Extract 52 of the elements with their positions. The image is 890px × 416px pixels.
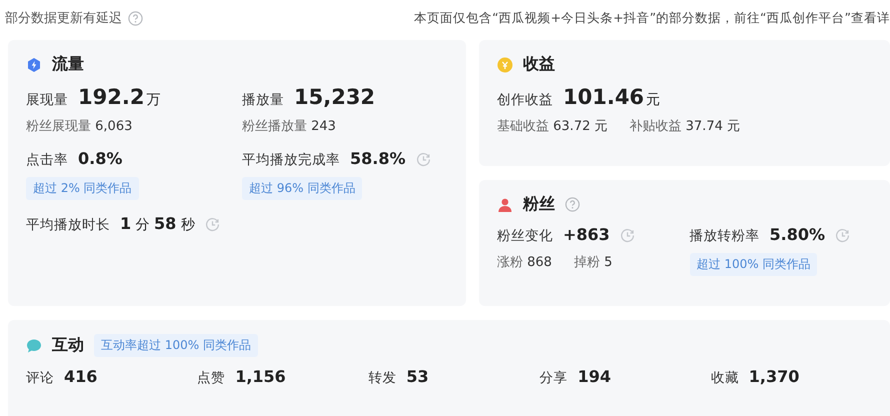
sub-metric: 掉粉 5 bbox=[574, 254, 612, 271]
delay-note: 部分数据更新有延迟 bbox=[5, 10, 122, 27]
sub-metric: 涨粉 868 bbox=[497, 254, 552, 271]
metric-label: 平均播放时长 bbox=[26, 216, 110, 234]
clock-icon[interactable] bbox=[416, 152, 431, 166]
chat-icon bbox=[26, 338, 42, 354]
metric-value: 53 bbox=[406, 367, 429, 386]
section-title: 粉丝 bbox=[523, 194, 555, 215]
metric-label: 点击率 bbox=[26, 151, 68, 169]
metric-label: 创作收益 bbox=[497, 91, 553, 109]
metric-value: 101.46 元 bbox=[563, 85, 660, 109]
metric-label: 转发 bbox=[368, 369, 396, 387]
metric-value: 1 分 58 秒 bbox=[120, 214, 195, 234]
metric-label: 点赞 bbox=[197, 369, 226, 387]
clock-icon[interactable] bbox=[835, 228, 850, 242]
metric-value: 416 bbox=[64, 367, 98, 386]
comparison-badge: 超过 2% 同类作品 bbox=[26, 177, 139, 200]
comparison-badge: 超过 96% 同类作品 bbox=[242, 177, 362, 200]
metric-value: 5.80% bbox=[770, 225, 826, 244]
metric-value: 0.8% bbox=[78, 149, 122, 168]
sub-metric: 粉丝播放量 243 bbox=[242, 118, 336, 135]
scope-notice: 本页面仅包含“西瓜视频+今日头条+抖音”的部分数据，前往“西瓜创作平台”查看详 bbox=[414, 10, 890, 26]
metric-label: 收藏 bbox=[710, 369, 739, 387]
person-icon bbox=[497, 196, 513, 212]
section-title: 互动 bbox=[52, 335, 84, 356]
lightning-icon bbox=[26, 56, 42, 72]
metric-value: 194 bbox=[578, 367, 611, 386]
metric-label: 展现量 bbox=[26, 91, 68, 109]
metric-value: 15,232 bbox=[294, 85, 376, 109]
metric-value: 1,370 bbox=[748, 367, 800, 386]
metric-label: 粉丝变化 bbox=[497, 227, 553, 245]
sub-metric: 粉丝展现量 6,063 bbox=[26, 118, 132, 135]
comparison-badge: 超过 100% 同类作品 bbox=[690, 253, 818, 276]
metric-label: 播放转粉率 bbox=[690, 227, 760, 245]
coin-icon bbox=[497, 56, 513, 72]
metric-label: 分享 bbox=[540, 369, 568, 387]
sub-metric: 补贴收益 37.74 元 bbox=[630, 118, 740, 135]
metric-label: 平均播放完成率 bbox=[242, 151, 340, 169]
help-icon[interactable] bbox=[565, 197, 580, 212]
metric-value: 192.2 万 bbox=[78, 85, 160, 109]
clock-icon[interactable] bbox=[204, 216, 220, 232]
metric-label: 播放量 bbox=[242, 91, 284, 109]
metric-label: 评论 bbox=[26, 369, 54, 387]
metric-value: +863 bbox=[563, 225, 610, 244]
sub-metric: 基础收益 63.72 元 bbox=[497, 118, 608, 135]
comparison-badge: 互动率超过 100% 同类作品 bbox=[94, 334, 258, 357]
help-icon[interactable] bbox=[128, 10, 143, 26]
metric-value: 1,156 bbox=[235, 367, 286, 386]
clock-icon[interactable] bbox=[620, 228, 635, 242]
metric-value: 58.8% bbox=[350, 149, 406, 168]
section-title: 流量 bbox=[52, 54, 84, 75]
section-title: 收益 bbox=[523, 54, 555, 75]
